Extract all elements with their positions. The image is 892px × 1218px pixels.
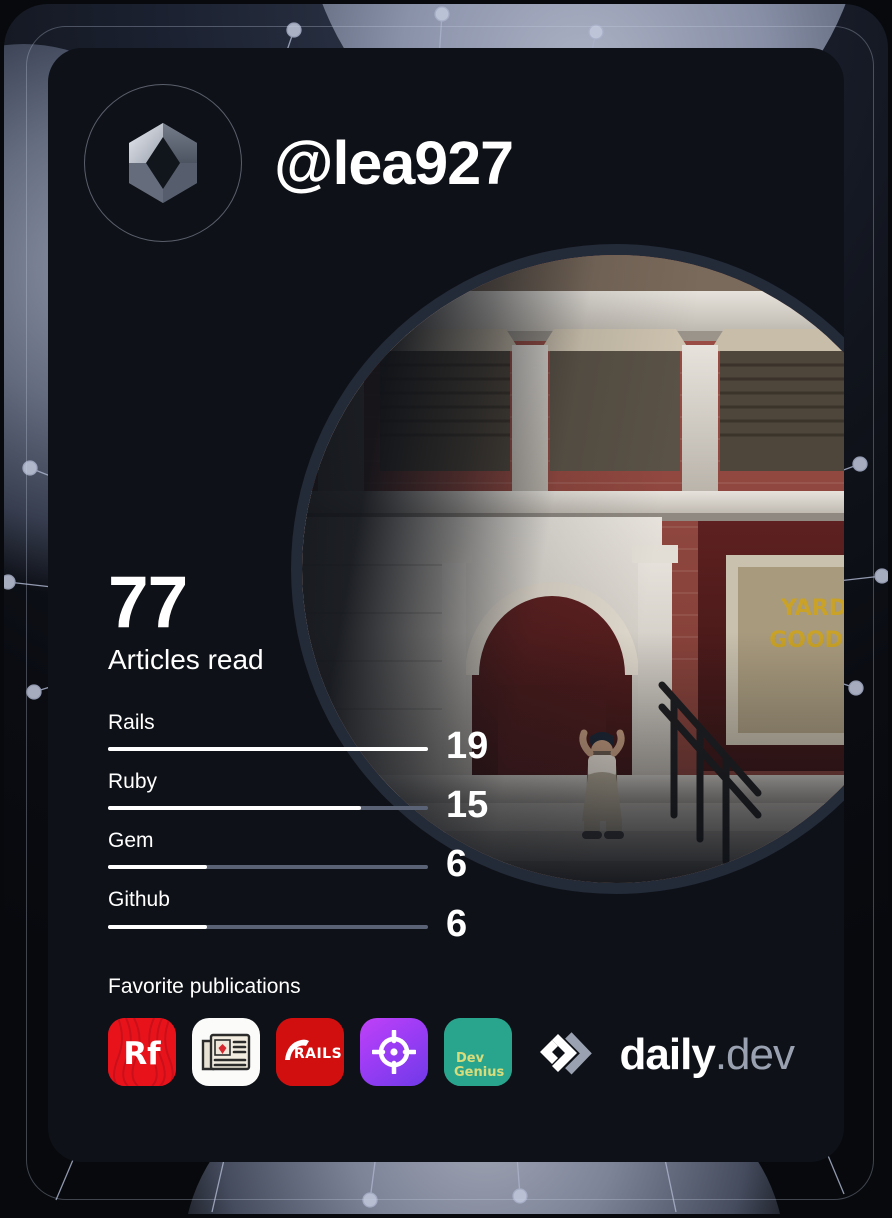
svg-text:Rf: Rf <box>123 1036 161 1072</box>
tag-bar-row: Rails 19 <box>108 711 488 765</box>
tag-value: 15 <box>446 784 489 827</box>
tag-label: Ruby <box>108 770 158 794</box>
favorite-publications-title: Favorite publications <box>108 975 301 998</box>
tag-bar-track <box>108 924 428 929</box>
tag-label: Gem <box>108 829 154 853</box>
username: @lea927 <box>274 128 514 197</box>
avatar[interactable] <box>84 84 242 242</box>
hexagon-gem-icon <box>129 123 197 203</box>
svg-text:RAILS: RAILS <box>294 1046 342 1062</box>
tag-bar-track <box>108 806 428 811</box>
tag-label: Rails <box>108 711 155 735</box>
daily-dev-chevron-icon <box>539 1032 592 1075</box>
articles-read-count: 77 <box>108 562 188 643</box>
publication-rf-logo-icon[interactable]: Rf <box>108 1018 176 1086</box>
brand-name-primary: daily <box>619 1030 716 1079</box>
tag-bar-track <box>108 747 428 752</box>
publication-newspaper-icon[interactable] <box>192 1018 260 1086</box>
tag-value: 6 <box>446 902 468 945</box>
tag-bar-fill <box>108 747 428 752</box>
profile-card: YARD GOODS <box>48 48 844 1162</box>
profile-card-screenshot: YARD GOODS <box>0 0 892 1218</box>
publication-dev-genius-icon[interactable]: Dev Genius <box>444 1018 512 1086</box>
publication-crosshair-icon[interactable] <box>360 1018 428 1086</box>
favorite-publications: Favorite publications Rf RAILS Dev Geniu… <box>108 975 512 1086</box>
daily-dev-brand: daily.dev <box>538 1030 795 1079</box>
tag-value: 19 <box>446 725 489 768</box>
dev-genius-logo-icon: Dev Genius <box>444 1018 512 1086</box>
articles-read-label: Articles read <box>108 644 264 676</box>
tag-bar-track <box>108 865 428 870</box>
tag-bar-fill <box>108 806 361 811</box>
svg-text:Dev: Dev <box>456 1051 485 1066</box>
tag-label: Github <box>108 888 170 912</box>
publication-icon-list: Rf RAILS Dev Genius <box>108 1018 512 1086</box>
rf-logo-icon: Rf <box>108 1018 176 1086</box>
brand-name: daily.dev <box>619 1030 795 1079</box>
brand-name-suffix: .dev <box>714 1030 795 1079</box>
newspaper-icon <box>201 1033 251 1071</box>
svg-text:Genius: Genius <box>454 1065 504 1080</box>
publication-rails-logo-icon[interactable]: RAILS <box>276 1018 344 1086</box>
tag-bar-row: Ruby 15 <box>108 770 488 824</box>
reading-stats: 77 Articles read Rails 19 Ruby 15 Gem 6 … <box>108 562 488 948</box>
tag-value: 6 <box>446 843 468 886</box>
tag-bar-fill <box>108 865 208 870</box>
tag-bar-fill <box>108 924 208 929</box>
tag-bar-list: Rails 19 Ruby 15 Gem 6 Github 6 <box>108 711 488 943</box>
tag-bar-row: Github 6 <box>108 888 488 943</box>
rails-logo-icon: RAILS <box>276 1018 344 1086</box>
profile-header: @lea927 <box>84 84 514 242</box>
crosshair-icon <box>372 1030 416 1074</box>
tag-bar-row: Gem 6 <box>108 829 488 883</box>
